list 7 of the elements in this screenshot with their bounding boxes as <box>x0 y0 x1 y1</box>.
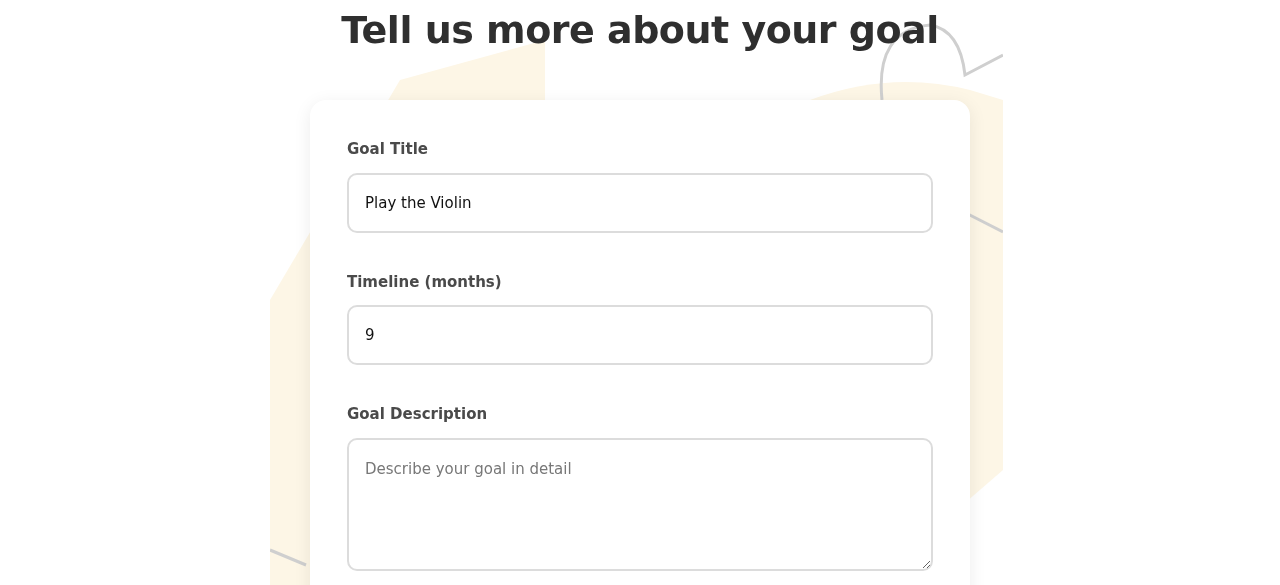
field-label: Timeline (months) <box>347 271 503 293</box>
textarea-field[interactable]: Describe your goal in detail <box>347 437 933 571</box>
field-label: Goal Title <box>347 139 429 160</box>
page-heading: Tell us more about your goal <box>340 7 940 54</box>
input-field[interactable]: Play the Violin <box>347 172 933 233</box>
field-label: Goal Description <box>347 404 489 425</box>
input-field[interactable]: 9 <box>347 305 933 365</box>
